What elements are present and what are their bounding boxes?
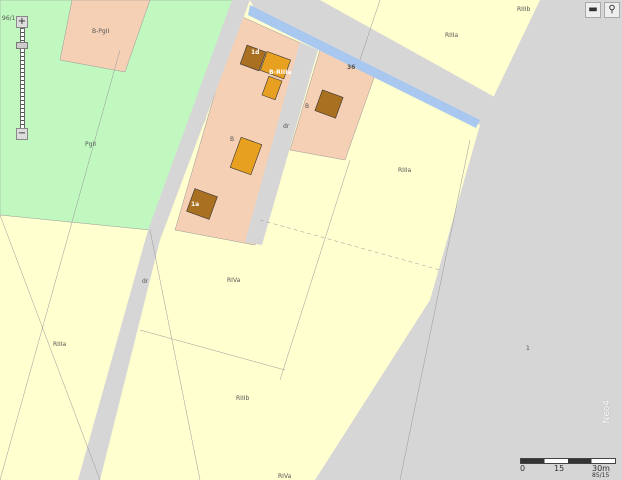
label-parcel: RIVa <box>278 473 292 480</box>
label-parcel: RIIIb <box>236 395 249 402</box>
label-road: dr <box>283 123 290 130</box>
label-parcel: 1 <box>526 345 530 352</box>
label-parcel: RIIIa <box>445 32 458 39</box>
zoom-slider-handle[interactable] <box>16 42 28 49</box>
scale-label: 0 <box>520 464 526 473</box>
zoom-in-button[interactable]: + <box>16 16 28 28</box>
label-parcel: RIVa <box>227 277 241 284</box>
label-house-number: 36 <box>347 64 355 71</box>
logo: Neo4 <box>602 400 612 424</box>
map-canvas[interactable]: B-PgII PgII B B dr dr 1a 1d B-RIIIa 36 R… <box>0 0 622 480</box>
label-parcel: PgII <box>85 141 96 148</box>
label-parcel: B <box>305 103 309 110</box>
label-parcel: RIIIb <box>517 6 530 13</box>
speech-bubble-icon[interactable]: ▬ <box>585 2 601 18</box>
search-icon[interactable]: ⚲ <box>604 2 620 18</box>
label-building: B-RIIIa <box>269 69 291 76</box>
label-parcel: RIIIa <box>53 341 66 348</box>
label-road: dr <box>142 278 149 285</box>
label-building: 1d <box>251 49 259 56</box>
label-building: 1a <box>191 201 199 208</box>
label-parcel: B-PgII <box>92 28 109 35</box>
scale-bar: 0 15 30m 85/15 <box>520 458 616 479</box>
zoom-control: + − <box>16 16 28 140</box>
label-parcel: RIIIa <box>398 167 411 174</box>
zoom-out-button[interactable]: − <box>16 128 28 140</box>
scale-label: 15 <box>554 464 565 473</box>
label-parcel: 96/1 <box>2 15 16 22</box>
label-parcel: B <box>230 136 234 143</box>
scale-ratio: 85/15 <box>592 472 610 479</box>
